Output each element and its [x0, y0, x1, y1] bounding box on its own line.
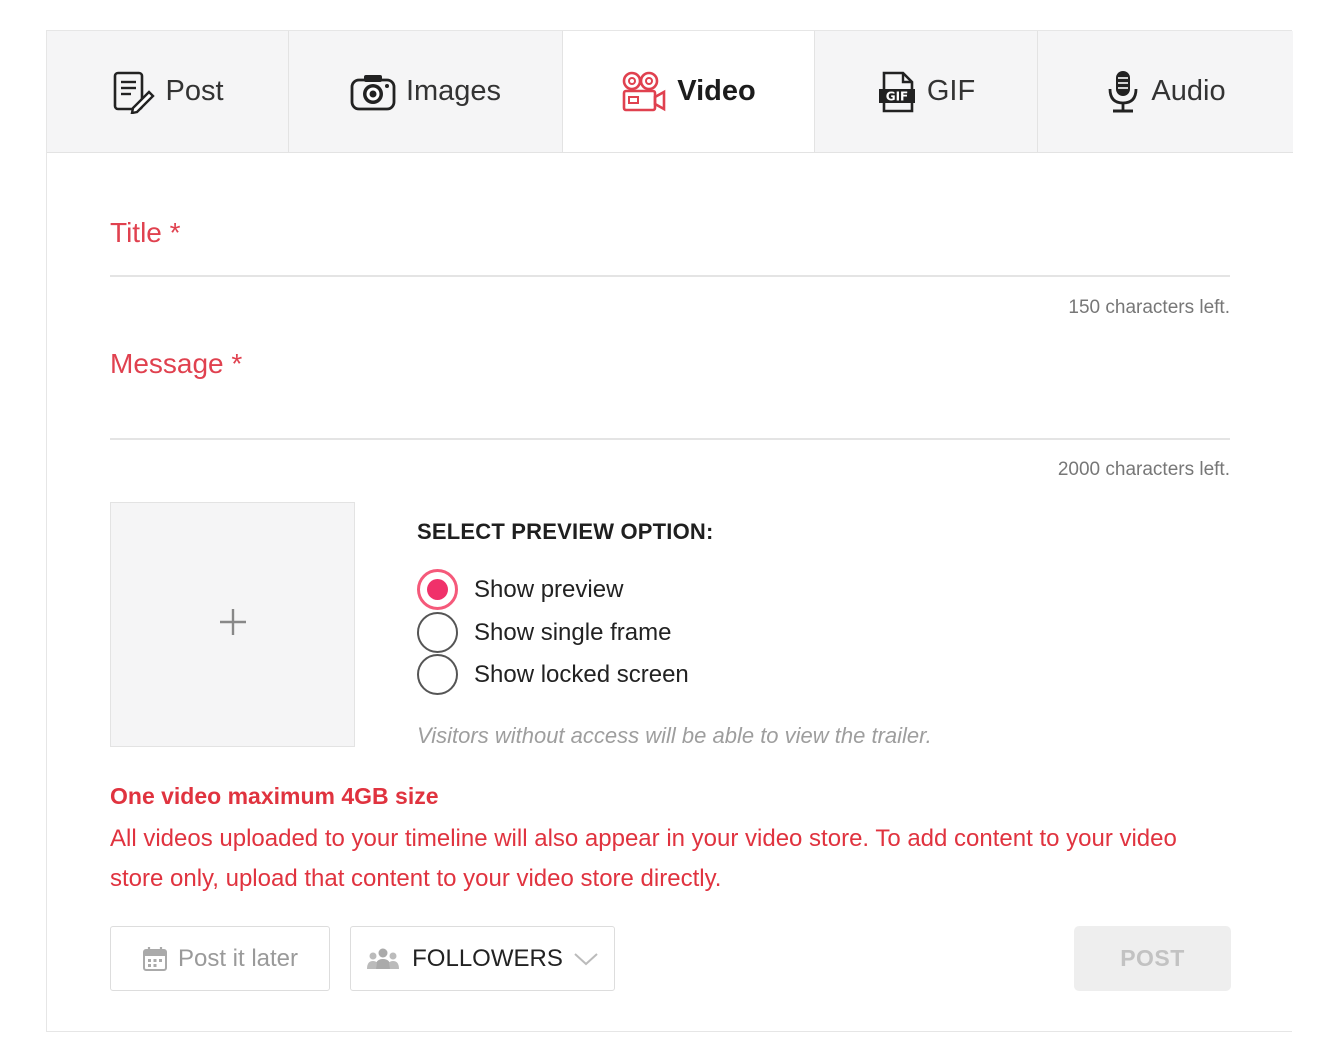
radio-button[interactable]	[417, 654, 458, 695]
radio-label: Show single frame	[474, 618, 672, 646]
plus-icon	[218, 607, 248, 642]
tab-label: GIF	[926, 75, 976, 107]
audience-label: FOLLOWERS	[412, 944, 563, 972]
post-later-label: Post it later	[177, 944, 299, 972]
svg-text:GIF: GIF	[886, 89, 909, 103]
title-field[interactable]: Title *	[110, 217, 1230, 277]
video-upload-box[interactable]	[110, 502, 355, 747]
microphone-icon	[1105, 69, 1141, 115]
tab-label: Audio	[1151, 75, 1226, 107]
video-limit-title: One video maximum 4GB size	[110, 783, 439, 809]
camera-icon	[350, 72, 396, 112]
message-label: Message *	[110, 348, 243, 379]
tab-post[interactable]: Post	[47, 31, 289, 152]
radio-show-locked-screen[interactable]: Show locked screen	[417, 654, 689, 695]
calendar-icon	[142, 946, 168, 972]
group-icon	[366, 947, 400, 971]
radio-label: Show preview	[474, 575, 624, 603]
tab-label: Images	[405, 75, 502, 107]
title-counter-row: 150 characters left.	[110, 297, 1230, 323]
new-post-card: Post Images Video GIF GIF Audio Title * …	[46, 30, 1293, 1032]
radio-button-checked[interactable]	[417, 569, 458, 610]
message-underline	[110, 438, 1230, 440]
note-pencil-icon	[111, 70, 156, 114]
video-limit-text: All videos uploaded to your timeline wil…	[110, 825, 1177, 892]
gif-file-icon: GIF	[877, 70, 917, 114]
tab-gif[interactable]: GIF GIF	[815, 31, 1038, 152]
preview-options: SELECT PREVIEW OPTION: Show preview Show…	[417, 519, 1177, 748]
post-type-tabs: Post Images Video GIF GIF Audio	[47, 31, 1293, 153]
post-button[interactable]: POST	[1074, 926, 1231, 991]
radio-button[interactable]	[417, 612, 458, 653]
film-camera-icon	[621, 71, 667, 113]
title-char-counter: 150 characters left.	[1068, 297, 1230, 318]
audience-dropdown[interactable]: FOLLOWERS	[350, 926, 615, 991]
preview-note: Visitors without access will be able to …	[417, 723, 932, 748]
message-counter-row: 2000 characters left.	[110, 459, 1230, 485]
message-field[interactable]: Message *	[110, 348, 1230, 440]
chevron-down-icon	[573, 951, 599, 967]
message-char-counter: 2000 characters left.	[1057, 459, 1230, 480]
title-underline	[110, 275, 1230, 277]
post-later-button[interactable]: Post it later	[110, 926, 330, 991]
radio-label: Show locked screen	[474, 660, 689, 688]
tab-label: Post	[165, 75, 224, 107]
radio-show-single-frame[interactable]: Show single frame	[417, 612, 671, 653]
tab-audio[interactable]: Audio	[1038, 31, 1293, 152]
radio-show-preview[interactable]: Show preview	[417, 569, 623, 610]
tab-images[interactable]: Images	[289, 31, 563, 152]
title-label: Title *	[110, 217, 181, 248]
tab-video[interactable]: Video	[563, 31, 815, 152]
tab-label: Video	[677, 75, 756, 107]
preview-heading: SELECT PREVIEW OPTION:	[417, 519, 714, 544]
